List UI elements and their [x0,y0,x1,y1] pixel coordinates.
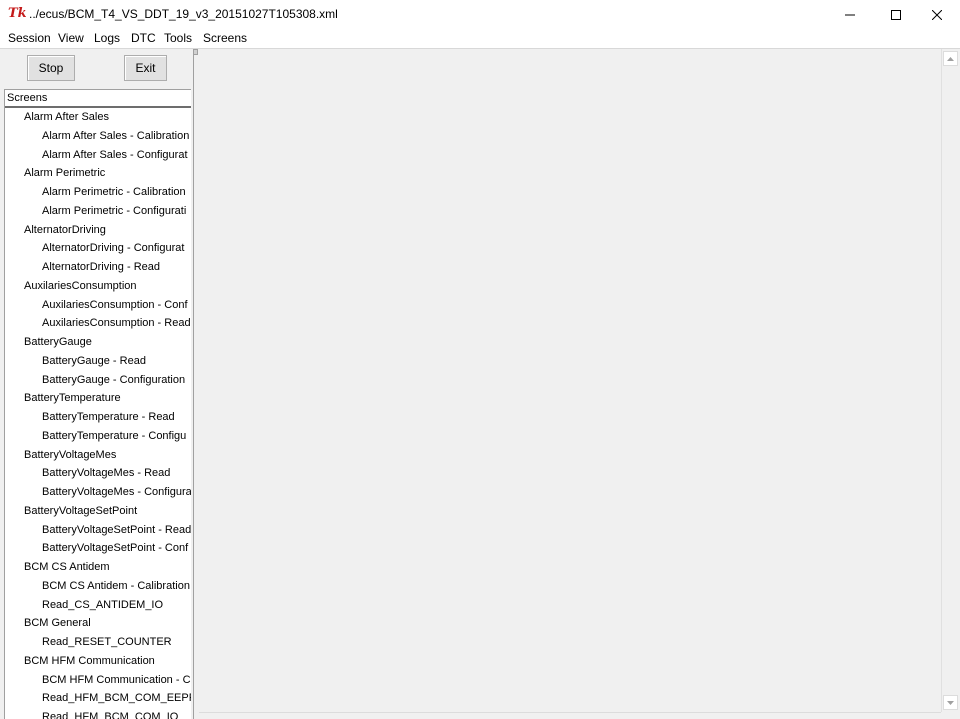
tree-item-label: BatteryGauge - Read [42,354,146,367]
tree-child-item[interactable]: AuxilariesConsumption - Conf [5,296,191,315]
maximize-button[interactable] [873,0,919,29]
tree-group-item[interactable]: BCM HFM Communication [5,652,191,671]
minimize-button[interactable] [827,0,873,29]
tree-item-label: BatteryVoltageMes - Read [42,467,171,480]
tree-rows: Alarm After Sales Alarm After Sales - Cal… [5,108,191,719]
tree-item-label: AuxilariesConsumption [24,279,137,292]
screens-tree: Screens Alarm After Sales Alarm After Sal… [4,89,191,719]
tree-child-item[interactable]: BatteryGauge - Read [5,352,191,371]
tree-item-label: BatteryVoltageSetPoint - Conf [42,542,189,555]
screen-canvas [199,49,941,712]
tree-child-item[interactable]: Alarm After Sales - Configurat [5,146,191,165]
tree-child-item[interactable]: BatteryVoltageSetPoint - Conf [5,539,191,558]
tree-child-item[interactable]: BatteryVoltageSetPoint - Read [5,521,191,540]
tree-item-label: AuxilariesConsumption - Conf [42,298,188,311]
tree-child-item[interactable]: Alarm After Sales - Calibration [5,127,191,146]
arrow-up-icon [947,56,954,61]
tree-item-label: BCM HFM Communication [24,654,155,667]
tree-group-item[interactable]: BatteryVoltageMes [5,446,191,465]
tree-child-item[interactable]: Read_HFM_BCM_COM_EEPRO [5,689,191,708]
tree-group-item[interactable]: BatteryGauge [5,333,191,352]
tree-group-item[interactable]: Alarm Perimetric [5,164,191,183]
tree-item-label: BCM General [24,617,91,630]
tree-group-item[interactable]: BatteryTemperature [5,389,191,408]
tree-item-label: Read_CS_ANTIDEM_IO [42,598,164,611]
tree-group-item[interactable]: AuxilariesConsumption [5,277,191,296]
tree-child-item[interactable]: BatteryTemperature - Configu [5,427,191,446]
tree-group-item[interactable]: BatteryVoltageSetPoint [5,502,191,521]
close-button[interactable] [914,0,960,29]
tree-item-label: BCM CS Antidem [24,561,110,573]
tree-item-label: BatteryVoltageMes - Configura [42,486,191,498]
title-bar: Tk ../ecus/BCM_T4_VS_DDT_19_v3_20151027T… [0,0,960,29]
tree-child-item[interactable]: Read_CS_ANTIDEM_IO [5,596,191,615]
tree-item-label: AlternatorDriving [24,223,106,236]
tree-item-label: BatteryGauge - Configuration [42,373,186,386]
tree-child-item[interactable]: AlternatorDriving - Read [5,258,191,277]
tree-item-label: BatteryVoltageSetPoint - Read [42,523,191,536]
tree-item-label: Read_HFM_BCM_COM_IO [42,711,179,719]
tree-item-label: BatteryGauge [24,336,92,348]
minimize-icon [845,14,855,15]
horizontal-scrollbar[interactable] [199,712,941,719]
tree-child-item[interactable]: BatteryVoltageMes - Configura [5,483,191,502]
tree-group-item[interactable]: BCM General [5,614,191,633]
tree-child-item[interactable]: Read_RESET_COUNTER [5,633,191,652]
tree-item-label: BatteryTemperature - Configu [42,429,187,442]
tree-column-header[interactable]: Screens [5,90,191,108]
tree-item-label: Read_RESET_COUNTER [42,636,172,648]
menu-dtc[interactable]: DTC [131,31,156,45]
tree-item-label: BatteryVoltageSetPoint [24,504,138,517]
tree-item-label: BatteryVoltageMes [24,448,117,461]
tree-child-item[interactable]: BCM HFM Communication - C [5,671,191,690]
scroll-up-button[interactable] [943,51,958,66]
tk-app-icon: Tk [8,6,27,21]
exit-button[interactable]: Exit [124,55,167,81]
tree-item-label: Alarm After Sales - Calibration [42,129,190,142]
menu-screens[interactable]: Screens [203,31,247,45]
menu-session[interactable]: Session [8,31,51,45]
tree-item-label: BatteryTemperature [24,392,121,405]
tree-item-label: Read_HFM_BCM_COM_EEPRO [42,692,191,705]
tree-child-item[interactable]: AuxilariesConsumption - Read [5,314,191,333]
tree-item-label: BCM HFM Communication - C [42,673,191,686]
tree-item-label: AlternatorDriving - Configurat [42,242,185,255]
sash-handle[interactable] [193,49,198,55]
tree-item-label: AlternatorDriving - Read [42,261,160,273]
tree-group-item[interactable]: BCM CS Antidem [5,558,191,577]
maximize-icon [891,9,901,20]
tree-item-label: BatteryTemperature - Read [42,411,175,423]
scroll-down-button[interactable] [943,695,958,710]
left-panel: Stop Exit Screens Alarm After Sales Alarm… [0,49,193,719]
tree-child-item[interactable]: BCM CS Antidem - Calibration [5,577,191,596]
menu-logs[interactable]: Logs [94,31,120,45]
window-title: ../ecus/BCM_T4_VS_DDT_19_v3_20151027T105… [29,7,338,21]
tree-item-label: AuxilariesConsumption - Read [42,317,191,330]
menu-bar: Session View Logs DTC Tools Screens [0,29,960,48]
tree-group-item[interactable]: Alarm After Sales [5,108,191,127]
tree-item-label: Alarm After Sales [24,111,109,123]
close-icon [932,9,942,20]
tree-child-item[interactable]: Alarm Perimetric - Configurati [5,202,191,221]
tree-group-item[interactable]: AlternatorDriving [5,221,191,240]
tree-item-label: BCM CS Antidem - Calibration [42,579,190,592]
tree-child-item[interactable]: AlternatorDriving - Configurat [5,239,191,258]
tree-child-item[interactable]: Read_HFM_BCM_COM_IO [5,708,191,719]
tree-item-label: Alarm After Sales - Configurat [42,148,188,161]
tree-item-label: Alarm Perimetric - Calibration [42,186,186,198]
stop-button[interactable]: Stop [27,55,75,81]
tree-item-label: Alarm Perimetric - Configurati [42,204,187,217]
menu-view[interactable]: View [58,31,84,45]
arrow-down-icon [947,700,954,705]
menu-tools[interactable]: Tools [164,31,192,45]
vertical-scrollbar[interactable] [941,49,958,712]
tree-child-item[interactable]: BatteryGauge - Configuration [5,371,191,390]
tree-child-item[interactable]: BatteryVoltageMes - Read [5,464,191,483]
tree-item-label: Alarm Perimetric [24,167,106,180]
tree-child-item[interactable]: Alarm Perimetric - Calibration [5,183,191,202]
tree-child-item[interactable]: BatteryTemperature - Read [5,408,191,427]
